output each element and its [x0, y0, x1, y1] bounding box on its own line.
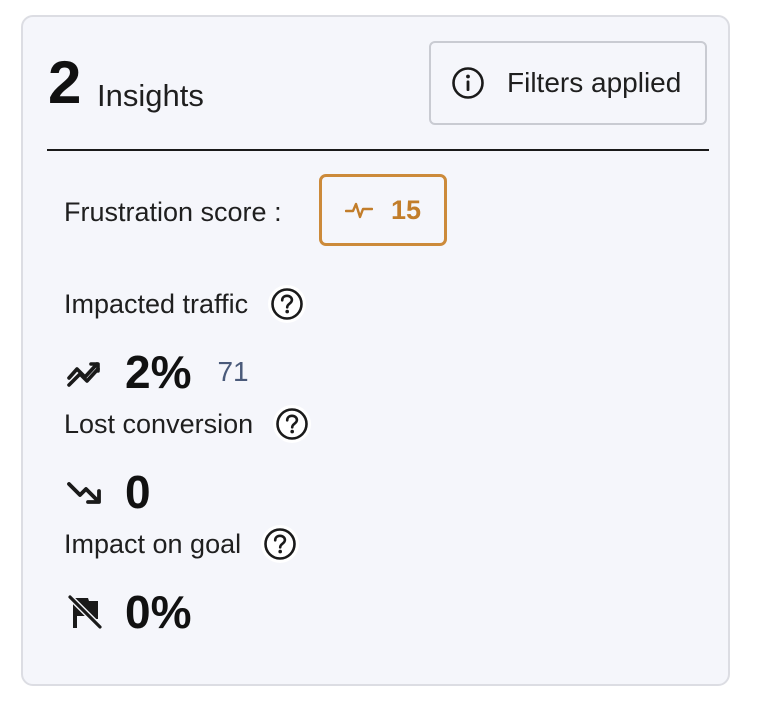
frustration-score-value: 15 — [390, 194, 422, 225]
filters-applied-label: Filters applied — [507, 67, 682, 98]
impact-on-goal-label-row: Impact on goal — [64, 525, 300, 563]
insights-header: 2 Insights Filters applied — [23, 17, 728, 151]
lost-conversion-value: 0 — [125, 466, 151, 518]
traffic-trend-icon — [65, 352, 105, 392]
lost-conversion-label-row: Lost conversion — [64, 405, 312, 443]
info-icon — [451, 66, 485, 100]
impacted-traffic-label: Impacted traffic — [64, 288, 249, 319]
impact-on-goal-label: Impact on goal — [64, 528, 242, 559]
impacted-traffic-value-row: 2% 71 — [65, 347, 249, 397]
filters-applied-button[interactable]: Filters applied — [429, 41, 707, 125]
lost-conversion-label: Lost conversion — [64, 408, 254, 439]
impacted-traffic-value: 2% — [125, 346, 192, 398]
trend-down-icon — [65, 472, 105, 512]
insights-card: 2 Insights Filters applied Frustration s… — [21, 15, 730, 686]
insights-count: 2 — [48, 49, 82, 116]
insights-count-label: Insights — [97, 78, 204, 113]
flag-off-icon — [65, 592, 105, 632]
impact-on-goal-value: 0% — [125, 586, 192, 638]
header-divider — [47, 149, 709, 151]
lost-conversion-value-row: 0 — [65, 467, 151, 517]
impacted-traffic-label-row: Impacted traffic — [64, 285, 307, 323]
help-icon[interactable] — [273, 405, 312, 443]
help-icon[interactable] — [261, 525, 300, 563]
help-icon[interactable] — [268, 285, 307, 323]
frustration-score-badge[interactable]: 15 — [319, 174, 447, 246]
impacted-traffic-count: 71 — [217, 356, 249, 387]
pulse-icon — [344, 202, 373, 219]
frustration-score-label: Frustration score : — [64, 197, 282, 227]
impact-on-goal-value-row: 0% — [65, 587, 191, 637]
